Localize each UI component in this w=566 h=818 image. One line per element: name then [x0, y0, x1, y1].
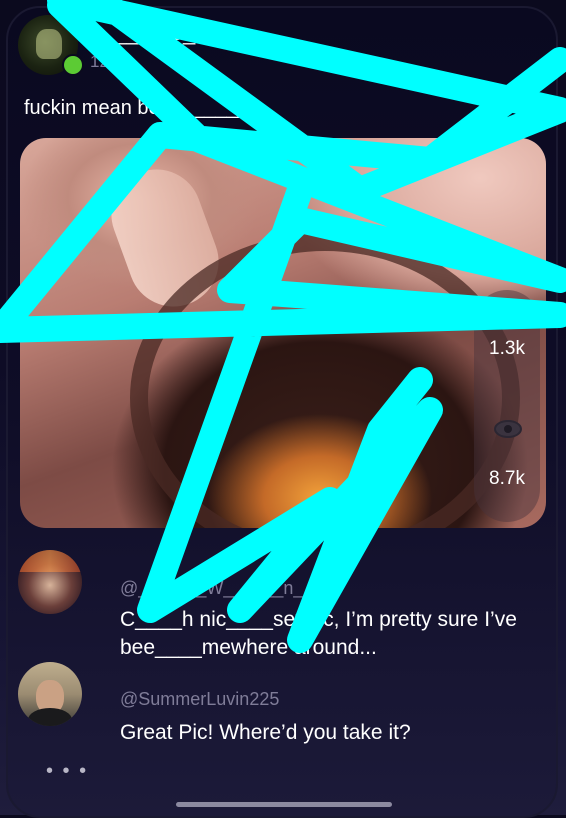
avatar-figure — [36, 29, 62, 59]
post-photo[interactable] — [20, 138, 546, 528]
poster-subline: 12 — [90, 52, 109, 71]
comment-handle-2[interactable]: @SummerLuvin225 — [120, 689, 279, 710]
more-comments-button[interactable]: • • • — [46, 760, 88, 783]
comment-avatar-2[interactable] — [18, 662, 82, 726]
comment-handle-1[interactable]: @___niel_W______n___ — [120, 578, 323, 599]
poster-username[interactable]: _____r13_ — [90, 20, 195, 46]
post-stats-panel: 1.3k 8.7k — [474, 290, 540, 522]
comment-avatar-1[interactable] — [18, 550, 82, 614]
comment-text-2: Great Pic! Where’d you take it? — [120, 721, 411, 744]
online-status-dot — [62, 54, 84, 76]
view-count: 8.7k — [489, 468, 525, 489]
comment-text-1: C____h nic____set pic, I’m pretty sure I… — [120, 608, 517, 659]
home-indicator — [176, 802, 392, 807]
eye-icon — [494, 420, 522, 438]
post-caption: fuckin mean be________y — [24, 97, 259, 119]
like-count[interactable]: 1.3k — [474, 338, 540, 360]
